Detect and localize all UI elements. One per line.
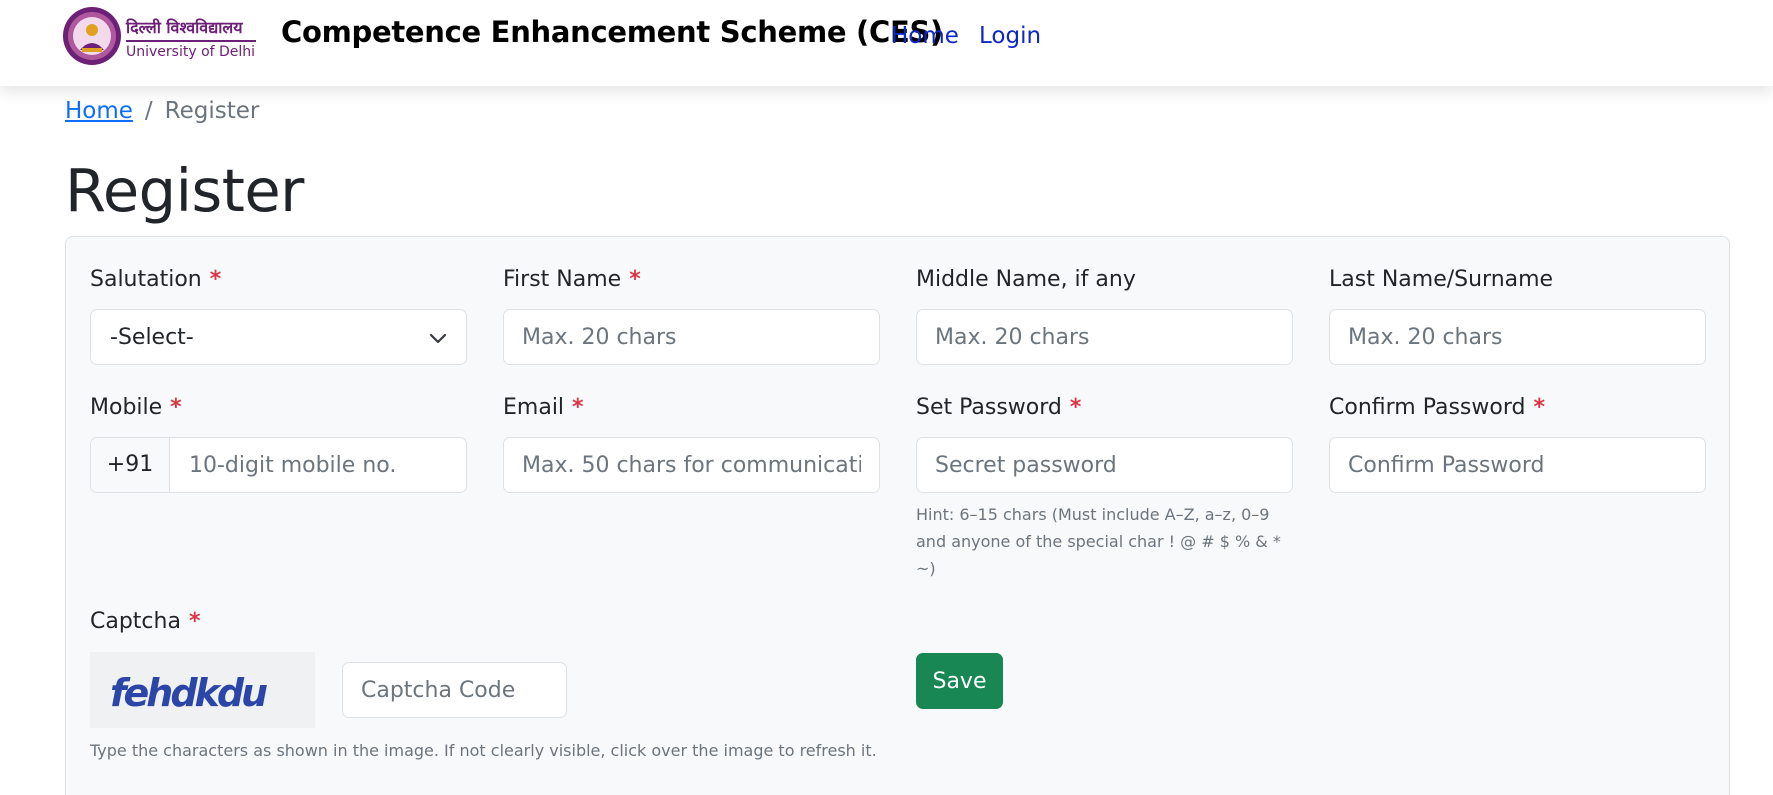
- email-label: Email *: [503, 395, 584, 420]
- required-mark: *: [209, 267, 222, 292]
- captcha-label: Captcha *: [90, 609, 201, 634]
- required-mark: *: [629, 267, 641, 292]
- site-title[interactable]: Competence Enhancement Scheme (CES): [281, 15, 943, 49]
- mobile-label: Mobile *: [90, 395, 182, 420]
- set-password-label: Set Password *: [916, 395, 1082, 420]
- captcha-code-input[interactable]: [342, 662, 567, 718]
- mobile-input-group: +91: [90, 437, 467, 493]
- salutation-selected-value: -Select-: [110, 325, 194, 350]
- register-form-card: Salutation * First Name * Middle Name, if …: [65, 236, 1730, 795]
- page-title: Register: [65, 156, 304, 225]
- password-hint: Hint: 6–15 chars (Must include A–Z, a–z,…: [916, 505, 1281, 578]
- last-name-input[interactable]: [1329, 309, 1706, 365]
- breadcrumb-separator: /: [144, 98, 153, 124]
- country-code-prefix: +91: [91, 438, 170, 492]
- required-mark: *: [1069, 395, 1082, 420]
- university-seal-icon: [63, 7, 121, 65]
- salutation-select[interactable]: -Select-: [90, 309, 467, 365]
- breadcrumb-current: Register: [164, 98, 260, 124]
- chevron-down-icon: [429, 333, 447, 344]
- required-mark: *: [1533, 395, 1545, 420]
- email-input[interactable]: [503, 437, 880, 493]
- save-button[interactable]: Save: [916, 653, 1003, 709]
- captcha-image[interactable]: fehdkdu: [90, 652, 315, 728]
- confirm-password-label: Confirm Password *: [1329, 395, 1545, 420]
- logo-english-text: University of Delhi: [126, 44, 256, 60]
- required-mark: *: [572, 395, 584, 420]
- confirm-password-input[interactable]: [1329, 437, 1706, 493]
- svg-text:fehdkdu: fehdkdu: [110, 671, 267, 715]
- last-name-label: Last Name/Surname: [1329, 267, 1554, 292]
- nav-link-home[interactable]: Home: [891, 23, 959, 49]
- top-navbar: दिल्ली विश्वविद्यालय University of Delhi…: [0, 0, 1773, 86]
- middle-name-input[interactable]: [916, 309, 1293, 365]
- breadcrumb: Home / Register: [65, 98, 259, 124]
- captcha-image-graphic: fehdkdu: [110, 671, 270, 715]
- logo-divider: [126, 40, 256, 42]
- mobile-input[interactable]: [171, 438, 465, 492]
- captcha-help-text: Type the characters as shown in the imag…: [90, 741, 877, 760]
- nav-link-login[interactable]: Login: [979, 23, 1041, 49]
- logo-hindi-text: दिल्ली विश्वविद्यालय: [126, 18, 243, 37]
- first-name-label: First Name *: [503, 267, 641, 292]
- set-password-input[interactable]: [916, 437, 1293, 493]
- salutation-label: Salutation *: [90, 267, 222, 292]
- first-name-input[interactable]: [503, 309, 880, 365]
- required-mark: *: [188, 609, 201, 634]
- university-logo[interactable]: दिल्ली विश्वविद्यालय University of Delhi: [62, 6, 258, 68]
- breadcrumb-home-link[interactable]: Home: [65, 98, 133, 124]
- required-mark: *: [170, 395, 182, 420]
- middle-name-label: Middle Name, if any: [916, 267, 1136, 292]
